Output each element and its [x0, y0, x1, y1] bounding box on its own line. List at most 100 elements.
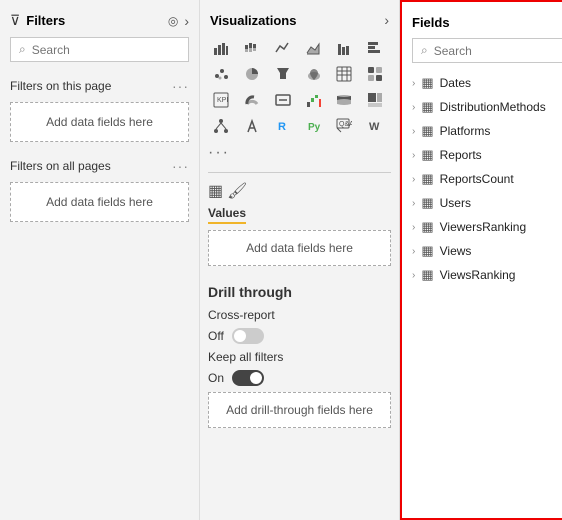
- field-item-dates[interactable]: › ▦ Dates: [402, 71, 562, 95]
- cross-report-toggle-knob: [234, 330, 246, 342]
- filters-header: ⊽ Filters ◎ ›: [0, 8, 199, 37]
- field-item-reports[interactable]: › ▦ Reports: [402, 143, 562, 167]
- viz-icon-funnel[interactable]: [270, 62, 296, 86]
- field-chevron-reportscount: ›: [412, 174, 415, 185]
- filters-title: Filters: [26, 13, 162, 28]
- field-item-platforms[interactable]: › ▦ Platforms: [402, 119, 562, 143]
- viz-icon-table-viz[interactable]: [331, 62, 357, 86]
- cross-report-toggle-row: Off: [208, 328, 391, 344]
- filters-expand-icon[interactable]: ›: [184, 13, 189, 29]
- field-chevron-users: ›: [412, 198, 415, 209]
- viz-icon-treemap[interactable]: [362, 88, 388, 112]
- filters-search-input[interactable]: [32, 43, 187, 57]
- field-label-platforms: Platforms: [440, 124, 491, 138]
- viz-icon-r[interactable]: R: [270, 114, 296, 138]
- viz-icon-more[interactable]: W: [362, 114, 388, 138]
- filters-all-pages-add-fields[interactable]: Add data fields here: [10, 182, 189, 222]
- viz-icon-hbar[interactable]: [362, 36, 388, 60]
- keep-filters-toggle[interactable]: [232, 370, 264, 386]
- viz-icon-column[interactable]: [331, 36, 357, 60]
- keep-filters-toggle-knob: [250, 372, 262, 384]
- svg-text:W: W: [369, 121, 380, 133]
- viz-title: Visualizations: [210, 13, 378, 28]
- viz-more-dots[interactable]: ···: [200, 142, 399, 168]
- viz-icon-waterfall[interactable]: [301, 88, 327, 112]
- cross-report-state-label: Off: [208, 329, 224, 343]
- fields-search-input[interactable]: [434, 44, 562, 58]
- filters-page-dots[interactable]: ···: [172, 78, 189, 94]
- viz-values-icons-row: ▦ 🖌: [208, 181, 391, 201]
- viz-icon-bar[interactable]: [208, 36, 234, 60]
- field-chevron-viewersranking: ›: [412, 222, 415, 233]
- viz-icon-python[interactable]: Py: [301, 114, 327, 138]
- viz-icon-decomposition[interactable]: [208, 114, 234, 138]
- viz-icon-kpi[interactable]: KPI: [208, 88, 234, 112]
- eye-icon[interactable]: ◎: [168, 14, 178, 28]
- field-table-icon-views: ▦: [421, 243, 433, 259]
- field-table-icon-dates: ▦: [421, 75, 433, 91]
- viz-icons-grid: KPI R Py Q&A: [200, 36, 399, 142]
- fields-header: Fields ›: [402, 10, 562, 38]
- field-chevron-reports: ›: [412, 150, 415, 161]
- field-item-distributionmethods[interactable]: › ▦ DistributionMethods: [402, 95, 562, 119]
- field-label-reportscount: ReportsCount: [440, 172, 514, 186]
- svg-text:Py: Py: [308, 122, 321, 133]
- viz-brush-icon[interactable]: 🖌: [227, 181, 247, 201]
- drill-through-section: Drill through Cross-report Off Keep all …: [200, 278, 399, 434]
- filters-panel: ⊽ Filters ◎ › ⌕ Filters on this page ···…: [0, 0, 200, 520]
- field-chevron-viewsranking: ›: [412, 270, 415, 281]
- viz-values-section: ▦ 🖌 Values Add data fields here: [200, 177, 399, 278]
- viz-icon-card[interactable]: [270, 88, 296, 112]
- viz-icon-ribbon[interactable]: [331, 88, 357, 112]
- viz-icon-ai[interactable]: [239, 114, 265, 138]
- field-chevron-views: ›: [412, 246, 415, 257]
- field-item-users[interactable]: › ▦ Users: [402, 191, 562, 215]
- viz-icon-line[interactable]: [270, 36, 296, 60]
- viz-values-label: Values: [208, 206, 246, 224]
- field-item-viewsranking[interactable]: › ▦ ViewsRanking: [402, 263, 562, 287]
- field-item-viewersranking[interactable]: › ▦ ViewersRanking: [402, 215, 562, 239]
- field-table-icon-distribution: ▦: [421, 99, 433, 115]
- field-label-dates: Dates: [440, 76, 471, 90]
- drill-add-fields[interactable]: Add drill-through fields here: [208, 392, 391, 428]
- field-table-icon-viewersranking: ▦: [421, 219, 433, 235]
- filters-page-section-label: Filters on this page ···: [0, 72, 199, 98]
- viz-expand-icon[interactable]: ›: [384, 12, 389, 28]
- filters-all-pages-dots[interactable]: ···: [172, 158, 189, 174]
- cross-report-toggle[interactable]: [232, 328, 264, 344]
- viz-icon-area[interactable]: [301, 36, 327, 60]
- viz-icon-qna[interactable]: Q&A: [331, 114, 357, 138]
- viz-icon-scatter[interactable]: [208, 62, 234, 86]
- field-label-distribution: DistributionMethods: [440, 100, 546, 114]
- viz-table-icon[interactable]: ▦: [208, 181, 223, 201]
- drill-through-title: Drill through: [208, 284, 391, 300]
- visualizations-panel: Visualizations ›: [200, 0, 400, 520]
- filters-search-icon: ⌕: [19, 42, 26, 57]
- fields-panel: Fields › ⌕ › ▦ Dates › ▦ DistributionMet…: [400, 0, 562, 520]
- viz-icon-stacked-bar[interactable]: [239, 36, 265, 60]
- filters-page-add-fields[interactable]: Add data fields here: [10, 102, 189, 142]
- field-table-icon-reportscount: ▦: [421, 171, 433, 187]
- field-label-views: Views: [440, 244, 472, 258]
- cross-report-label: Cross-report: [208, 308, 275, 322]
- filters-search-box: ⌕: [10, 37, 189, 62]
- svg-text:Q&A: Q&A: [339, 121, 352, 128]
- viz-icon-pie[interactable]: [239, 62, 265, 86]
- field-table-icon-platforms: ▦: [421, 123, 433, 139]
- fields-search-icon: ⌕: [421, 43, 428, 58]
- field-label-viewsranking: ViewsRanking: [440, 268, 516, 282]
- field-table-icon-viewsranking: ▦: [421, 267, 433, 283]
- viz-add-fields[interactable]: Add data fields here: [208, 230, 391, 266]
- viz-icon-gauge[interactable]: [239, 88, 265, 112]
- field-chevron-distribution: ›: [412, 102, 415, 113]
- field-chevron-dates: ›: [412, 78, 415, 89]
- field-table-icon-reports: ▦: [421, 147, 433, 163]
- field-item-reportscount[interactable]: › ▦ ReportsCount: [402, 167, 562, 191]
- viz-icon-map[interactable]: [301, 62, 327, 86]
- field-chevron-platforms: ›: [412, 126, 415, 137]
- svg-text:R: R: [278, 121, 286, 133]
- viz-icon-matrix[interactable]: [362, 62, 388, 86]
- field-table-icon-users: ▦: [421, 195, 433, 211]
- field-item-views[interactable]: › ▦ Views: [402, 239, 562, 263]
- field-label-viewersranking: ViewersRanking: [440, 220, 527, 234]
